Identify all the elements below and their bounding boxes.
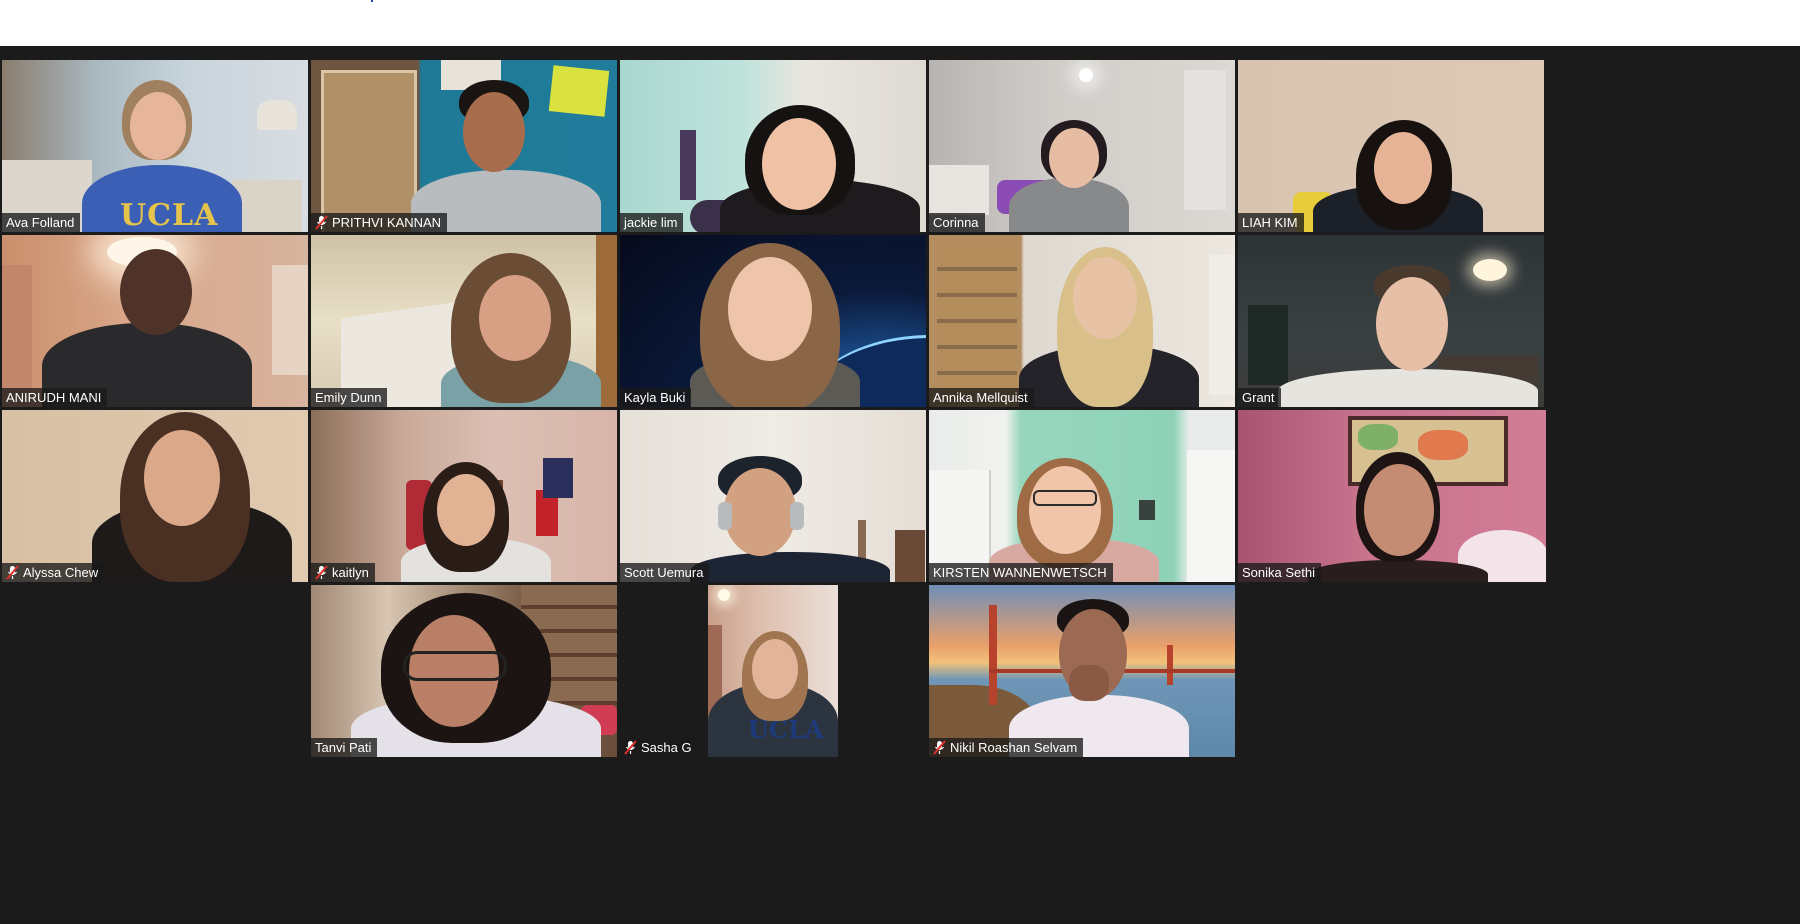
- participant-name-tag: LIAH KIM: [1238, 213, 1304, 232]
- muted-mic-icon: [624, 740, 637, 755]
- video-tile-ava-folland[interactable]: UCLA Ava Folland: [2, 60, 308, 232]
- muted-mic-icon: [315, 565, 328, 580]
- participant-name-tag: Grant: [1238, 388, 1281, 407]
- participant-name: PRITHVI KANNAN: [332, 215, 442, 230]
- participant-name: kaitlyn: [332, 565, 369, 580]
- video-tile-emily-dunn[interactable]: Emily Dunn: [311, 235, 617, 407]
- participant-name: Sasha G: [641, 740, 692, 755]
- participant-name-tag: Corinna: [929, 213, 985, 232]
- participant-name-tag: Sasha G: [620, 738, 698, 757]
- video-tile-annika-mellquist[interactable]: Annika Mellquist: [929, 235, 1235, 407]
- participant-name-tag: ANIRUDH MANI: [2, 388, 108, 407]
- video-tile-tanvi-pati[interactable]: Tanvi Pati: [311, 585, 617, 757]
- top-toolbar-area: [0, 0, 1800, 46]
- participant-name-tag: Nikil Roashan Selvam: [929, 738, 1084, 757]
- participant-name: Kayla Buki: [624, 390, 686, 405]
- top-marker: [371, 0, 373, 2]
- participant-name: LIAH KIM: [1242, 215, 1298, 230]
- video-tile-kirsten-wannenwetsch[interactable]: KIRSTEN WANNENWETSCH: [929, 410, 1235, 582]
- muted-mic-icon: [6, 565, 19, 580]
- participant-name-tag: Scott Uemura: [620, 563, 710, 582]
- participant-name: Sonika Sethi: [1242, 565, 1315, 580]
- participant-name: Ava Folland: [6, 215, 75, 230]
- video-tile-kaitlyn[interactable]: kaitlyn: [311, 410, 617, 582]
- video-tile-kayla-buki[interactable]: Kayla Buki: [620, 235, 926, 407]
- participant-name-tag: Tanvi Pati: [311, 738, 378, 757]
- video-tile-sasha-g[interactable]: UCLA Sasha G: [620, 585, 926, 757]
- participant-name: KIRSTEN WANNENWETSCH: [933, 565, 1107, 580]
- participant-name-tag: jackie lim: [620, 213, 684, 232]
- video-tile-alyssa-chew[interactable]: Alyssa Chew: [2, 410, 308, 582]
- participant-name-tag: PRITHVI KANNAN: [311, 213, 448, 232]
- participant-name-tag: KIRSTEN WANNENWETSCH: [929, 563, 1113, 582]
- participant-name: Scott Uemura: [624, 565, 704, 580]
- participant-name: ANIRUDH MANI: [6, 390, 102, 405]
- sasha-video: UCLA: [708, 585, 838, 757]
- participant-name-tag: Annika Mellquist: [929, 388, 1034, 407]
- participant-name: Emily Dunn: [315, 390, 382, 405]
- participant-name: Alyssa Chew: [23, 565, 99, 580]
- muted-mic-icon: [315, 215, 328, 230]
- participant-name-tag: Sonika Sethi: [1238, 563, 1321, 582]
- participant-name-tag: kaitlyn: [311, 563, 375, 582]
- video-tile-scott-uemura[interactable]: Scott Uemura: [620, 410, 926, 582]
- participant-name: jackie lim: [624, 215, 678, 230]
- sweatshirt-text: UCLA: [120, 198, 219, 232]
- participant-name: Grant: [1242, 390, 1275, 405]
- video-tile-anirudh-mani[interactable]: ANIRUDH MANI: [2, 235, 308, 407]
- participant-name: Corinna: [933, 215, 979, 230]
- participant-name: Tanvi Pati: [315, 740, 372, 755]
- participant-name: Annika Mellquist: [933, 390, 1028, 405]
- video-tile-jackie-lim[interactable]: jackie lim: [620, 60, 926, 232]
- video-tile-prithvi-kannan[interactable]: PRITHVI KANNAN: [311, 60, 617, 232]
- muted-mic-icon: [933, 740, 946, 755]
- participant-name-tag: Emily Dunn: [311, 388, 388, 407]
- participant-name-tag: Kayla Buki: [620, 388, 692, 407]
- participant-name-tag: Ava Folland: [2, 213, 81, 232]
- video-tile-nikil-roashan-selvam[interactable]: Nikil Roashan Selvam: [929, 585, 1235, 757]
- video-tile-grant[interactable]: Grant: [1238, 235, 1544, 407]
- gallery-view: UCLA Ava Folland PRITHVI KANNAN jackie l…: [0, 46, 1800, 924]
- video-tile-sonika-sethi[interactable]: Sonika Sethi: [1238, 410, 1546, 582]
- participant-name-tag: Alyssa Chew: [2, 563, 105, 582]
- video-tile-corinna[interactable]: Corinna: [929, 60, 1235, 232]
- participant-name: Nikil Roashan Selvam: [950, 740, 1078, 755]
- video-tile-liah-kim[interactable]: LIAH KIM: [1238, 60, 1544, 232]
